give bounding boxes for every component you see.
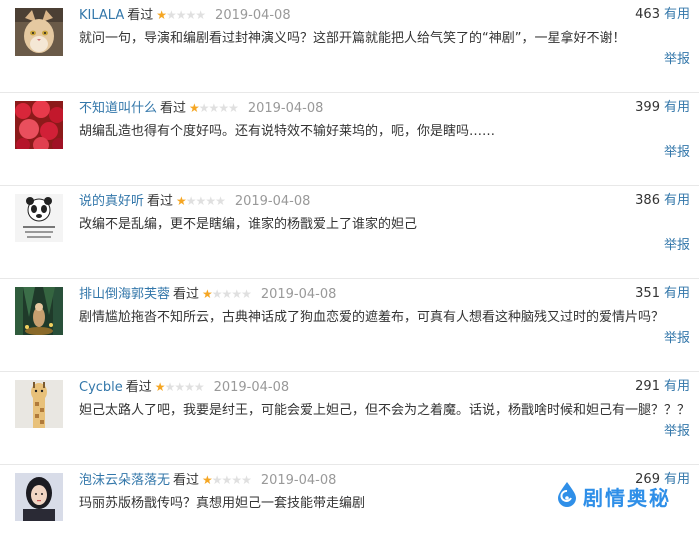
comment-date: 2019-04-08 bbox=[234, 194, 311, 209]
comment-item: 排山倒海郭芙蓉 看过 ★★★★★ 2019-04-08 351 有用 剧情尴尬拖沓不知所… bbox=[0, 279, 699, 372]
vote-count: 463 bbox=[635, 7, 660, 22]
report-button[interactable]: 举报 bbox=[664, 237, 690, 255]
rating-stars: ★★★★★ bbox=[154, 380, 205, 394]
watermark-text: 剧情奥秘 bbox=[583, 486, 671, 510]
comment-text: 胡编乱造也得有个度好吗。还有说特效不输好莱坞的，呃，你是瞎吗…… bbox=[79, 124, 496, 139]
username-link[interactable]: 不知道叫什么 bbox=[79, 101, 157, 116]
comment-text: 就问一句，导演和编剧看过封神演义吗？这部开篇就能把人给气笑了的“神剧”，一星拿好… bbox=[79, 31, 626, 46]
vote-count: 399 bbox=[635, 100, 660, 115]
panda-meme-avatar[interactable] bbox=[15, 194, 63, 242]
droplet-logo-icon bbox=[556, 481, 578, 512]
comment-header: KILALA 看过 ★★★★★ 2019-04-08 bbox=[79, 6, 291, 24]
vote-count: 351 bbox=[635, 286, 660, 301]
comment-header: 不知道叫什么 看过 ★★★★★ 2019-04-08 bbox=[79, 99, 323, 117]
woman-portrait-avatar[interactable] bbox=[15, 473, 63, 521]
comment-date: 2019-04-08 bbox=[247, 101, 324, 116]
comment-header: 说的真好听 看过 ★★★★★ 2019-04-08 bbox=[79, 192, 310, 210]
comment-date: 2019-04-08 bbox=[213, 380, 290, 395]
username-link[interactable]: KILALA bbox=[79, 8, 124, 23]
username-link[interactable]: 排山倒海郭芙蓉 bbox=[79, 287, 170, 302]
cat-avatar[interactable] bbox=[15, 8, 63, 56]
report-button[interactable]: 举报 bbox=[664, 144, 690, 162]
username-link[interactable]: Cycble bbox=[79, 380, 123, 395]
rating-stars: ★★★★★ bbox=[189, 101, 239, 115]
useful-button[interactable]: 有用 bbox=[664, 379, 690, 394]
seen-label: 看过 bbox=[147, 194, 174, 209]
vote-area: 386 有用 bbox=[635, 192, 690, 210]
comment-text: 妲己太路人了吧，我要是纣王，可能会爱上妲己，但不会为之着魔。话说，杨戬啥时候和妲… bbox=[79, 403, 691, 418]
comment-header: 排山倒海郭芙蓉 看过 ★★★★★ 2019-04-08 bbox=[79, 285, 336, 303]
vote-area: 291 有用 bbox=[635, 378, 690, 396]
report-button[interactable]: 举报 bbox=[664, 51, 690, 69]
comment-item: KILALA 看过 ★★★★★ 2019-04-08 463 有用 就问一句，导演和编剧… bbox=[0, 0, 699, 93]
vote-area: 351 有用 bbox=[635, 285, 690, 303]
watermark: 剧情奥秘 bbox=[556, 481, 671, 512]
forest-avatar[interactable] bbox=[15, 287, 63, 335]
username-link[interactable]: 泡沫云朵落落无 bbox=[79, 473, 170, 488]
vote-count: 386 bbox=[635, 193, 660, 208]
useful-button[interactable]: 有用 bbox=[664, 100, 690, 115]
useful-button[interactable]: 有用 bbox=[664, 7, 690, 22]
rating-stars: ★★★★★ bbox=[202, 287, 252, 301]
comment-item: 不知道叫什么 看过 ★★★★★ 2019-04-08 399 有用 胡编乱造也得有个度好… bbox=[0, 93, 699, 186]
comment-item: Cycble 看过 ★★★★★ 2019-04-08 291 有用 妲己太路人了吧，我要… bbox=[0, 372, 699, 465]
comment-header: 泡沫云朵落落无 看过 ★★★★★ 2019-04-08 bbox=[79, 471, 336, 489]
comment-date: 2019-04-08 bbox=[260, 473, 337, 488]
comment-date: 2019-04-08 bbox=[260, 287, 337, 302]
seen-label: 看过 bbox=[125, 380, 152, 395]
seen-label: 看过 bbox=[173, 287, 200, 302]
seen-label: 看过 bbox=[160, 101, 187, 116]
rating-stars: ★★★★★ bbox=[156, 8, 206, 22]
vote-area: 463 有用 bbox=[635, 6, 690, 24]
useful-button[interactable]: 有用 bbox=[664, 193, 690, 208]
comment-text: 改编不是乱编，更不是瞎编，谁家的杨戬爱上了谁家的妲己 bbox=[79, 217, 418, 232]
report-button[interactable]: 举报 bbox=[664, 330, 690, 348]
report-button[interactable]: 举报 bbox=[664, 423, 690, 441]
seen-label: 看过 bbox=[173, 473, 200, 488]
comment-item: 说的真好听 看过 ★★★★★ 2019-04-08 386 有用 改编不是乱编，更不是瞎… bbox=[0, 186, 699, 279]
useful-button[interactable]: 有用 bbox=[664, 286, 690, 301]
rating-stars: ★★★★★ bbox=[176, 194, 226, 208]
vote-area: 399 有用 bbox=[635, 99, 690, 117]
rating-stars: ★★★★★ bbox=[202, 473, 252, 487]
seen-label: 看过 bbox=[127, 8, 154, 23]
vote-count: 291 bbox=[635, 379, 660, 394]
comment-date: 2019-04-08 bbox=[215, 8, 291, 23]
username-link[interactable]: 说的真好听 bbox=[79, 194, 144, 209]
comment-header: Cycble 看过 ★★★★★ 2019-04-08 bbox=[79, 378, 289, 396]
comment-text: 剧情尴尬拖沓不知所云，古典神话成了狗血恋爱的遮羞布，可真有人想看这种脑残又过时的… bbox=[79, 310, 665, 325]
red-flowers-avatar[interactable] bbox=[15, 101, 63, 149]
giraffe-avatar[interactable] bbox=[15, 380, 63, 428]
